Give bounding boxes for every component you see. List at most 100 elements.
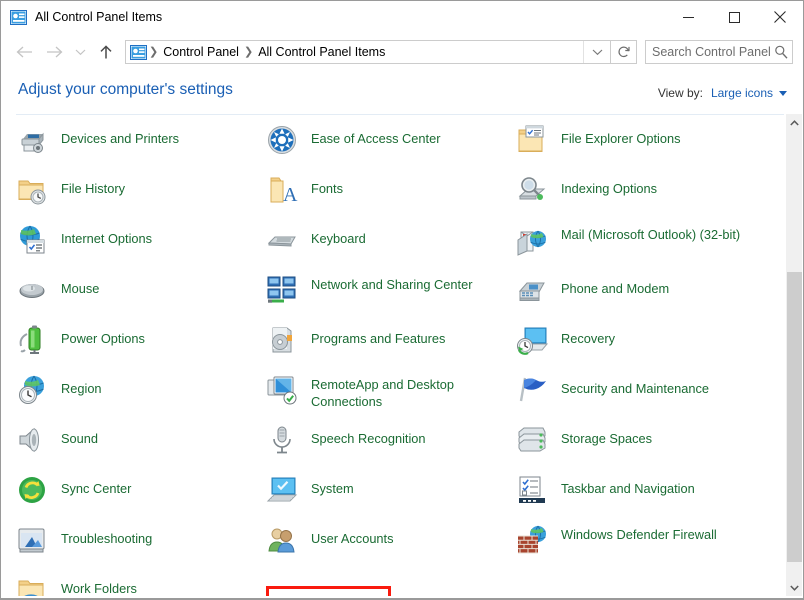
minimize-button[interactable] <box>665 1 711 33</box>
title-bar: All Control Panel Items <box>1 1 803 33</box>
scroll-down-button[interactable] <box>786 579 802 596</box>
control-panel-item-mouse[interactable]: Mouse <box>16 269 266 319</box>
system-monitor-icon <box>266 474 298 506</box>
item-label: System <box>311 481 354 496</box>
item-label: Programs and Features <box>311 331 446 346</box>
window-controls <box>665 1 803 33</box>
control-panel-window: All Control Panel Items ❯ Control Panel … <box>0 0 804 600</box>
control-panel-item-windows-defender-firewall[interactable]: Windows Defender Firewall <box>516 519 776 569</box>
mail-globe-icon <box>516 224 548 256</box>
control-panel-item-programs-and-features[interactable]: Programs and Features <box>266 319 516 369</box>
control-panel-item-network-and-sharing-center[interactable]: Network and Sharing Center <box>266 269 516 319</box>
chevron-down-icon[interactable] <box>779 90 787 96</box>
control-panel-item-work-folders[interactable]: Work Folders <box>16 569 266 596</box>
control-panel-item-taskbar-and-navigation[interactable]: Taskbar and Navigation <box>516 469 776 519</box>
item-label: Fonts <box>311 181 344 196</box>
breadcrumb-item-control-panel[interactable]: Control Panel <box>158 45 244 59</box>
maximize-button[interactable] <box>711 1 757 33</box>
control-panel-item-fonts[interactable]: A Fonts <box>266 169 516 219</box>
breadcrumb-separator-0[interactable]: ❯ <box>149 46 158 58</box>
control-panel-item-phone-and-modem[interactable]: Phone and Modem <box>516 269 776 319</box>
items-grid: Devices and Printers File History Intern… <box>2 116 785 596</box>
content-separator <box>16 114 784 115</box>
microphone-icon <box>266 424 298 456</box>
globe-checklist-icon <box>16 224 48 256</box>
control-panel-item-file-explorer-options[interactable]: File Explorer Options <box>516 119 776 169</box>
item-label: Troubleshooting <box>61 531 153 546</box>
up-button[interactable] <box>91 37 121 67</box>
item-label: Devices and Printers <box>61 131 180 146</box>
control-panel-item-sync-center[interactable]: Sync Center <box>16 469 266 519</box>
breadcrumb-separator-1[interactable]: ❯ <box>244 46 253 58</box>
item-label: Network and Sharing Center <box>311 277 473 292</box>
back-button[interactable] <box>9 37 39 67</box>
control-panel-item-troubleshooting[interactable]: Troubleshooting <box>16 519 266 569</box>
monitor-wrench-icon <box>16 524 48 556</box>
control-panel-item-indexing-options[interactable]: Indexing Options <box>516 169 776 219</box>
control-panel-item-internet-options[interactable]: Internet Options <box>16 219 266 269</box>
control-panel-item-keyboard[interactable]: Keyboard <box>266 219 516 269</box>
mouse-icon <box>16 274 48 306</box>
view-by-label: View by: <box>657 86 703 100</box>
vertical-scrollbar[interactable] <box>785 114 802 596</box>
breadcrumb-control-panel-icon <box>130 44 147 60</box>
close-button[interactable] <box>757 1 803 33</box>
page-title: Adjust your computer's settings <box>18 81 233 98</box>
recent-locations-button[interactable] <box>69 37 91 67</box>
blue-flag-icon <box>516 374 548 406</box>
item-label: Indexing Options <box>561 181 658 196</box>
recovery-monitor-icon <box>516 324 548 356</box>
item-label: Work Folders <box>61 581 137 596</box>
scroll-up-button[interactable] <box>786 114 802 131</box>
control-panel-item-system[interactable]: System <box>266 469 516 519</box>
header-strip: Adjust your computer's settings View by:… <box>1 71 803 113</box>
address-bar[interactable]: ❯ Control Panel ❯ All Control Panel Item… <box>125 40 611 64</box>
control-panel-item-user-accounts[interactable]: User Accounts <box>266 519 516 569</box>
view-by-value[interactable]: Large icons <box>711 86 773 100</box>
remoteapp-icon <box>266 374 298 406</box>
magnifier-index-icon <box>516 174 548 206</box>
navigation-bar: ❯ Control Panel ❯ All Control Panel Item… <box>1 33 803 71</box>
work-folder-icon <box>16 574 48 596</box>
control-panel-item-recovery[interactable]: Recovery <box>516 319 776 369</box>
user-accounts-icon <box>266 524 298 556</box>
svg-text:A: A <box>283 184 298 206</box>
accessibility-icon <box>266 124 298 156</box>
search-box[interactable]: Search Control Panel <box>645 40 793 64</box>
control-panel-item-ease-of-access-center[interactable]: Ease of Access Center <box>266 119 516 169</box>
refresh-button[interactable] <box>611 40 637 64</box>
items-column-3: File Explorer Options Indexing Options M… <box>516 116 776 596</box>
control-panel-item-sound[interactable]: Sound <box>16 419 266 469</box>
control-panel-item-storage-spaces[interactable]: Storage Spaces <box>516 419 776 469</box>
control-panel-item-power-options[interactable]: Power Options <box>16 319 266 369</box>
control-panel-item-region[interactable]: Region <box>16 369 266 419</box>
forward-button[interactable] <box>39 37 69 67</box>
view-by-control[interactable]: View by: Large icons <box>658 86 787 100</box>
battery-plug-icon <box>16 324 48 356</box>
control-panel-item-security-and-maintenance[interactable]: Security and Maintenance <box>516 369 776 419</box>
control-panel-item-file-history[interactable]: File History <box>16 169 266 219</box>
search-icon[interactable] <box>770 45 792 59</box>
item-label: User Accounts <box>311 531 394 546</box>
scroll-thumb[interactable] <box>787 272 802 562</box>
address-dropdown-chevron-icon[interactable] <box>583 41 610 63</box>
globe-clock-icon <box>16 374 48 406</box>
breadcrumb-item-all-control-panel-items[interactable]: All Control Panel Items <box>253 45 390 59</box>
item-label: RemoteApp and Desktop Connections <box>311 377 454 409</box>
firewall-brick-icon <box>516 524 548 556</box>
control-panel-item-devices-and-printers[interactable]: Devices and Printers <box>16 119 266 169</box>
programs-disc-icon <box>266 324 298 356</box>
control-panel-item-mail-microsoft-outlook-32-bit[interactable]: Mail (Microsoft Outlook) (32-bit) <box>516 219 776 269</box>
control-panel-item-remoteapp-and-desktop-connections[interactable]: RemoteApp and Desktop Connections <box>266 369 516 419</box>
window-title: All Control Panel Items <box>35 10 163 24</box>
item-label: File History <box>61 181 125 196</box>
printer-icon <box>16 124 48 156</box>
control-panel-item-speech-recognition[interactable]: Speech Recognition <box>266 419 516 469</box>
item-label: Speech Recognition <box>311 431 426 446</box>
item-label: Ease of Access Center <box>311 131 441 146</box>
item-label: Sound <box>61 431 99 446</box>
item-label: Mail (Microsoft Outlook) (32-bit) <box>561 227 741 242</box>
sync-arrows-icon <box>16 474 48 506</box>
search-input[interactable]: Search Control Panel <box>646 45 770 59</box>
item-label: Taskbar and Navigation <box>561 481 695 496</box>
